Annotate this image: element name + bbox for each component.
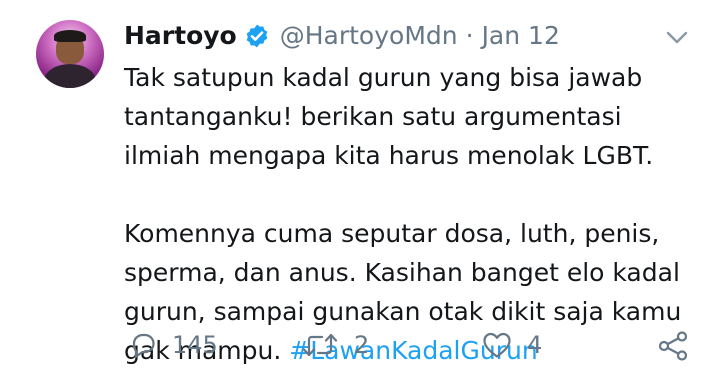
author-avatar[interactable] — [36, 20, 104, 88]
verified-badge-icon — [246, 24, 268, 48]
tweet-text: Tak satupun kadal gurun yang bisa jawab … — [124, 58, 699, 370]
like-count: 4 — [527, 331, 543, 359]
tweet-date[interactable]: Jan 12 — [482, 21, 560, 51]
retweet-icon — [302, 333, 338, 357]
share-icon — [658, 331, 688, 361]
avatar-body-shape — [44, 64, 96, 88]
tweet-actions: 145 2 4 — [0, 330, 720, 370]
share-button[interactable] — [657, 330, 689, 362]
heart-icon — [483, 332, 511, 358]
chevron-down-icon[interactable] — [665, 30, 689, 46]
author-handle[interactable]: @HartoyoMdn — [280, 21, 458, 51]
retweet-button[interactable]: 2 — [300, 330, 369, 360]
reply-button[interactable]: 145 — [128, 330, 218, 360]
reply-icon — [132, 333, 155, 358]
tweet-card[interactable]: Hartoyo @HartoyoMdn · Jan 12 Tak satupun… — [0, 0, 720, 386]
avatar-hair-shape — [54, 30, 86, 42]
retweet-count: 2 — [354, 331, 370, 359]
tweet-header: Hartoyo @HartoyoMdn · Jan 12 — [124, 21, 560, 51]
like-button[interactable]: 4 — [481, 330, 542, 360]
author-name[interactable]: Hartoyo — [124, 21, 237, 51]
header-separator: · — [465, 21, 474, 50]
reply-count: 145 — [172, 331, 218, 359]
tweet-paragraph-1: Tak satupun kadal gurun yang bisa jawab … — [124, 63, 654, 170]
